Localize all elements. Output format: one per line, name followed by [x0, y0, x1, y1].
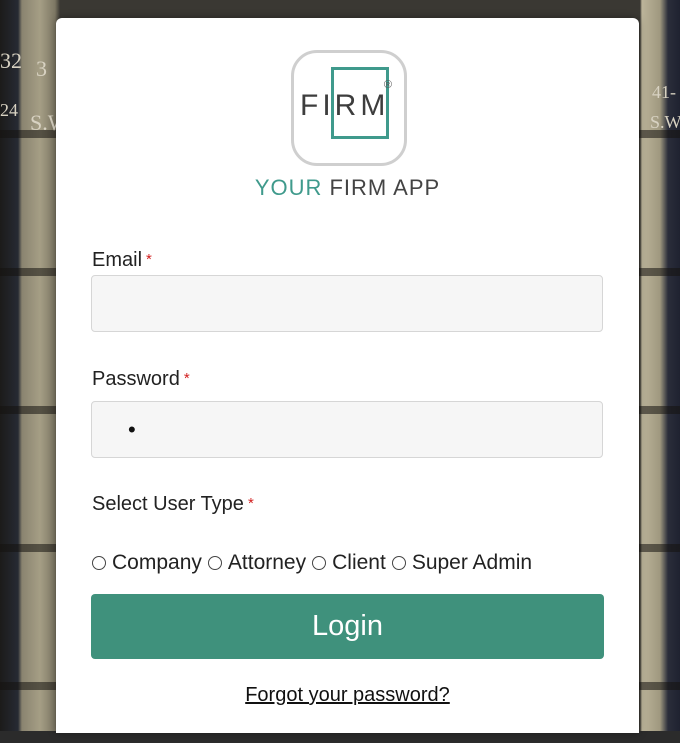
- password-label: Password *: [92, 368, 190, 391]
- firm-logo: FIRM ®: [291, 50, 407, 166]
- radio-attorney[interactable]: Attorney: [207, 551, 307, 575]
- user-type-label-text: Select User Type: [92, 493, 244, 515]
- radio-client[interactable]: Client: [312, 551, 386, 575]
- forgot-password-link[interactable]: Forgot your password?: [56, 684, 639, 707]
- radio-circle[interactable]: [207, 556, 222, 570]
- login-card: FIRM ® YOUR FIRM APP Email * Password * • …: [56, 18, 639, 733]
- login-button[interactable]: Login: [91, 594, 604, 659]
- password-value: •: [128, 416, 136, 442]
- book-spine-text: 3: [36, 56, 47, 81]
- book-spine-text: 41-: [652, 82, 676, 102]
- radio-company[interactable]: Company: [92, 551, 202, 575]
- brand-name: YOUR FIRM APP: [56, 175, 639, 201]
- password-field[interactable]: •: [91, 401, 603, 458]
- user-type-label: Select User Type *: [92, 493, 254, 516]
- radio-label: Attorney: [227, 551, 307, 574]
- radio-label: Super Admin: [411, 551, 533, 574]
- radio-label: Client: [332, 551, 386, 574]
- registered-mark: ®: [383, 79, 392, 91]
- brand-firm-app: FIRM APP: [322, 175, 441, 200]
- radio-label: Company: [112, 551, 202, 574]
- required-mark: *: [247, 495, 254, 512]
- email-field[interactable]: [91, 275, 603, 332]
- book-spine-text: 32: [0, 48, 22, 73]
- book-spine-text: 24: [0, 100, 18, 120]
- required-mark: *: [183, 370, 190, 387]
- email-label: Email *: [92, 249, 152, 272]
- email-label-text: Email: [92, 249, 143, 271]
- logo-text: FIRM: [300, 89, 390, 122]
- required-mark: *: [146, 251, 152, 268]
- brand-your: YOUR: [254, 175, 323, 200]
- user-type-radio-group: Company Attorney Client Super Admin: [92, 551, 538, 575]
- radio-super-admin[interactable]: Super Admin: [391, 551, 533, 575]
- radio-circle[interactable]: [391, 556, 406, 570]
- radio-circle[interactable]: [312, 556, 327, 570]
- radio-circle[interactable]: [92, 556, 106, 570]
- password-label-text: Password: [92, 368, 180, 390]
- book-spine-text: S.W: [650, 112, 680, 132]
